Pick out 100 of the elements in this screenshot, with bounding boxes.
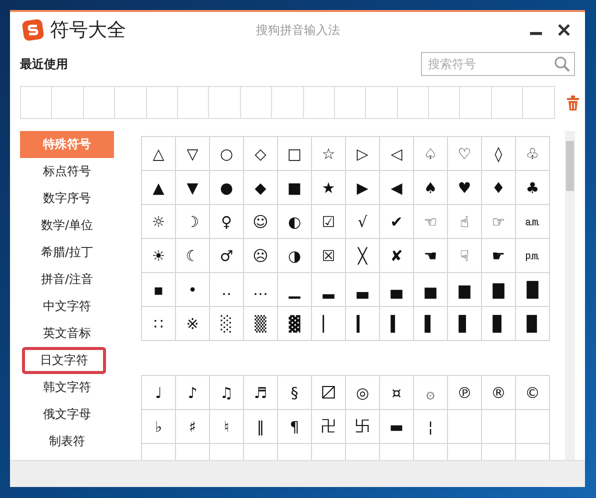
category-item[interactable]: 制表符	[20, 428, 114, 455]
symbol-cell[interactable]: ¦	[414, 410, 448, 444]
symbol-cell[interactable]: ۞	[414, 376, 448, 410]
empty-cell[interactable]	[482, 410, 516, 444]
category-item[interactable]: 数字序号	[20, 185, 114, 212]
symbol-cell[interactable]: ♮	[210, 410, 244, 444]
symbol-cell[interactable]: ▉	[516, 307, 550, 341]
symbol-cell[interactable]: ✔	[380, 205, 414, 239]
symbol-cell[interactable]: §	[278, 376, 312, 410]
symbol-cell[interactable]: ◁	[380, 137, 414, 171]
symbol-cell[interactable]: ☝	[448, 205, 482, 239]
symbol-cell[interactable]: ●	[210, 171, 244, 205]
symbol-cell[interactable]: ‥	[210, 273, 244, 307]
symbol-cell[interactable]: ☺	[244, 205, 278, 239]
symbol-cell[interactable]: ▪	[142, 273, 176, 307]
symbol-cell[interactable]: ♥	[448, 171, 482, 205]
symbol-cell[interactable]: ♩	[142, 376, 176, 410]
category-item[interactable]: 日文字符	[22, 347, 106, 374]
scrollbar[interactable]	[565, 131, 575, 460]
symbol-cell[interactable]: ☹	[244, 239, 278, 273]
empty-cell[interactable]	[448, 410, 482, 444]
symbol-cell[interactable]: •	[176, 273, 210, 307]
symbol-cell[interactable]: ☜	[414, 205, 448, 239]
symbol-cell[interactable]: ▍	[380, 307, 414, 341]
symbol-cell[interactable]: ☑	[312, 205, 346, 239]
symbol-cell[interactable]: ◐	[278, 205, 312, 239]
symbol-cell[interactable]: ◇	[244, 137, 278, 171]
symbol-cell[interactable]: ▆	[448, 273, 482, 307]
symbol-cell[interactable]: ♀	[210, 205, 244, 239]
symbol-cell[interactable]: ☛	[482, 239, 516, 273]
symbol-cell[interactable]: √	[346, 205, 380, 239]
symbol-cell[interactable]: ▷	[346, 137, 380, 171]
symbol-cell[interactable]: ▊	[482, 307, 516, 341]
symbol-cell[interactable]: ✘	[380, 239, 414, 273]
symbol-cell[interactable]: ♤	[414, 137, 448, 171]
symbol-cell[interactable]: █	[516, 273, 550, 307]
symbol-cell[interactable]: ▏	[312, 307, 346, 341]
symbol-cell[interactable]: ◀	[380, 171, 414, 205]
symbol-cell[interactable]: ☽	[176, 205, 210, 239]
category-item[interactable]: 韩文字符	[20, 374, 114, 401]
symbol-cell[interactable]: ◆	[244, 171, 278, 205]
symbol-cell[interactable]: ◊	[482, 137, 516, 171]
symbol-cell[interactable]: ♫	[210, 376, 244, 410]
symbol-cell[interactable]: ♬	[244, 376, 278, 410]
symbol-cell[interactable]: ‖	[244, 410, 278, 444]
symbol-cell[interactable]: 卐	[346, 410, 380, 444]
symbol-cell[interactable]: ※	[176, 307, 210, 341]
symbol-cell[interactable]: ☞	[482, 205, 516, 239]
symbol-cell[interactable]: ㏂	[516, 205, 550, 239]
category-item[interactable]: 俄文字母	[20, 401, 114, 428]
symbol-cell[interactable]: ®	[482, 376, 516, 410]
symbol-cell[interactable]: ▎	[346, 307, 380, 341]
symbol-cell[interactable]: △	[142, 137, 176, 171]
trash-icon[interactable]	[566, 94, 580, 110]
symbol-cell[interactable]: ◑	[278, 239, 312, 273]
symbol-cell[interactable]: ▲	[142, 171, 176, 205]
symbol-cell[interactable]: ♯	[176, 410, 210, 444]
symbol-cell[interactable]: ▅	[414, 273, 448, 307]
symbol-cell[interactable]: ☒	[312, 239, 346, 273]
symbol-cell[interactable]: ▼	[176, 171, 210, 205]
symbol-cell[interactable]: ▓	[278, 307, 312, 341]
symbol-cell[interactable]: ♦	[482, 171, 516, 205]
symbol-cell[interactable]: ☆	[312, 137, 346, 171]
symbol-cell[interactable]: ▁	[278, 273, 312, 307]
symbol-cell[interactable]: ▄	[380, 273, 414, 307]
symbol-cell[interactable]: ▬	[380, 410, 414, 444]
symbol-cell[interactable]: ○	[210, 137, 244, 171]
category-item[interactable]: 数学/单位	[20, 212, 114, 239]
symbol-cell[interactable]: ▶	[346, 171, 380, 205]
search-icon[interactable]	[554, 56, 570, 72]
symbol-cell[interactable]: ■	[278, 171, 312, 205]
category-item[interactable]: 英文音标	[20, 320, 114, 347]
symbol-cell[interactable]: ∷	[142, 307, 176, 341]
symbol-cell[interactable]: ╳	[346, 239, 380, 273]
symbol-cell[interactable]: …	[244, 273, 278, 307]
symbol-cell[interactable]: □	[278, 137, 312, 171]
empty-cell[interactable]	[516, 410, 550, 444]
symbol-cell[interactable]: ▒	[244, 307, 278, 341]
category-item[interactable]: 拼音/注音	[20, 266, 114, 293]
category-item[interactable]: 中文字符	[20, 293, 114, 320]
category-item[interactable]: 希腊/拉丁	[20, 239, 114, 266]
symbol-cell[interactable]: ♡	[448, 137, 482, 171]
symbol-cell[interactable]: ☟	[448, 239, 482, 273]
symbol-cell[interactable]: ㏘	[516, 239, 550, 273]
symbol-cell[interactable]: ░	[210, 307, 244, 341]
symbol-cell[interactable]: ♣	[516, 171, 550, 205]
symbol-cell[interactable]: ★	[312, 171, 346, 205]
symbol-cell[interactable]: ▋	[448, 307, 482, 341]
symbol-cell[interactable]: ◎	[346, 376, 380, 410]
symbol-cell[interactable]: ¤	[380, 376, 414, 410]
symbol-cell[interactable]: ♭	[142, 410, 176, 444]
symbol-cell[interactable]: ▂	[312, 273, 346, 307]
symbol-cell[interactable]: ¶	[278, 410, 312, 444]
symbol-cell[interactable]: ©	[516, 376, 550, 410]
symbol-cell[interactable]: ♠	[414, 171, 448, 205]
symbol-cell[interactable]: ▃	[346, 273, 380, 307]
symbol-cell[interactable]: ☚	[414, 239, 448, 273]
symbol-cell[interactable]: ▌	[414, 307, 448, 341]
symbol-cell[interactable]: ▽	[176, 137, 210, 171]
symbol-cell[interactable]: ♂	[210, 239, 244, 273]
